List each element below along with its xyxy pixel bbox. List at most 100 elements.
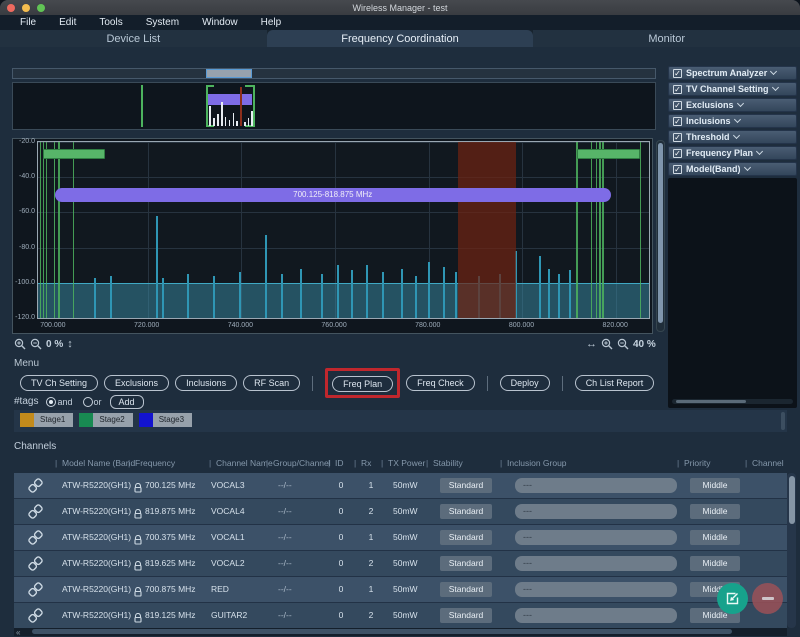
inclusion-group-field[interactable]: --- <box>515 582 677 597</box>
link-icon[interactable] <box>28 504 43 524</box>
tag-chip-stage2[interactable]: Stage2 <box>79 413 132 427</box>
chevron-down-icon[interactable] <box>770 68 777 75</box>
priority-dropdown[interactable]: Middle <box>690 556 740 571</box>
tab-monitor[interactable]: Monitor <box>533 30 800 47</box>
panel-section-spectrum-analyzer[interactable]: ✓Spectrum Analyzer <box>668 66 797 80</box>
horizontal-resize-icon[interactable]: ↔ <box>586 338 597 350</box>
remove-channel-button[interactable] <box>752 583 783 614</box>
channel-row[interactable]: ATW-R5220(GH1)700.875 MHzRED--/--0150mWS… <box>14 577 787 602</box>
h-zoom-out-icon[interactable] <box>617 338 629 350</box>
channels-vscrollbar[interactable] <box>787 473 796 628</box>
rf-scan-button[interactable]: RF Scan <box>243 375 300 391</box>
priority-dropdown[interactable]: Middle <box>690 530 740 545</box>
link-icon[interactable] <box>28 608 43 628</box>
checkbox-icon[interactable]: ✓ <box>673 133 682 142</box>
add-tag-button[interactable]: Add <box>110 395 144 409</box>
inclusion-group-field[interactable]: --- <box>515 556 677 571</box>
stability-dropdown[interactable]: Standard <box>440 478 492 493</box>
exclusions-button[interactable]: Exclusions <box>104 375 169 391</box>
stability-dropdown[interactable]: Standard <box>440 530 492 545</box>
edit-channels-button[interactable] <box>717 583 748 614</box>
stability-dropdown[interactable]: Standard <box>440 608 492 623</box>
channel-row[interactable]: ATW-R5220(GH1)819.625 MHzVOCAL2--/--0250… <box>14 551 787 576</box>
tab-device-list[interactable]: Device List <box>0 30 267 47</box>
inclusion-group-field[interactable]: --- <box>515 608 677 623</box>
tag-chip-stage3[interactable]: Stage3 <box>139 413 192 427</box>
vertical-resize-icon[interactable]: ↕ <box>67 338 73 350</box>
channels-hscroll-thumb[interactable] <box>32 629 732 634</box>
chevron-down-icon[interactable] <box>756 148 763 155</box>
inclusions-button[interactable]: Inclusions <box>175 375 237 391</box>
link-icon[interactable] <box>28 478 43 498</box>
link-icon[interactable] <box>28 556 43 576</box>
checkbox-icon[interactable]: ✓ <box>673 149 682 158</box>
menubar-item-file[interactable]: File <box>20 17 36 28</box>
tab-frequency-coordination[interactable]: Frequency Coordination <box>267 30 534 47</box>
radio-icon[interactable] <box>83 397 93 407</box>
spectrum-minimap[interactable] <box>12 82 656 130</box>
menubar-item-tools[interactable]: Tools <box>99 17 122 28</box>
radio-and[interactable]: and <box>46 397 72 407</box>
channel-row[interactable]: ATW-R5220(GH1)700.125 MHzVOCAL3--/--0150… <box>14 473 787 498</box>
channel-row[interactable]: ATW-R5220(GH1)819.875 MHzVOCAL4--/--0250… <box>14 499 787 524</box>
zoom-in-icon[interactable] <box>14 338 26 350</box>
menubar-item-window[interactable]: Window <box>202 17 238 28</box>
chevron-down-icon[interactable] <box>771 84 778 91</box>
checkbox-icon[interactable]: ✓ <box>673 117 682 126</box>
spectrum-overview-scrollbar[interactable] <box>12 68 656 79</box>
link-icon[interactable] <box>28 582 43 602</box>
panel-section-inclusions[interactable]: ✓Inclusions <box>668 114 797 128</box>
channels-hscrollbar[interactable]: « <box>14 628 787 636</box>
panel-section-model-band-[interactable]: ✓Model(Band) <box>668 162 797 176</box>
stability-dropdown[interactable]: Standard <box>440 582 492 597</box>
side-panel-hscroll-thumb[interactable] <box>676 400 746 403</box>
checkbox-icon[interactable]: ✓ <box>673 101 682 110</box>
stability-dropdown[interactable]: Standard <box>440 504 492 519</box>
radio-or[interactable]: or <box>83 397 102 407</box>
channel-row[interactable]: ATW-R5220(GH1)700.375 MHzVOCAL1--/--0150… <box>14 525 787 550</box>
zoom-controls-row: 0 % ↕ ↔ 40 % <box>0 336 800 356</box>
panel-section-frequency-plan[interactable]: ✓Frequency Plan <box>668 146 797 160</box>
chevron-down-icon[interactable] <box>743 164 750 171</box>
chevron-down-icon[interactable] <box>733 116 740 123</box>
hscroll-left-arrow-icon[interactable]: « <box>16 628 20 637</box>
chevron-down-icon[interactable] <box>732 132 739 139</box>
chart-vscroll-thumb[interactable] <box>658 143 663 323</box>
tv-channel-marker <box>599 142 601 318</box>
tags-scrollbar[interactable] <box>781 412 785 430</box>
inclusion-group-field[interactable]: --- <box>515 478 677 493</box>
checkbox-icon[interactable]: ✓ <box>673 165 682 174</box>
menubar-item-edit[interactable]: Edit <box>59 17 76 28</box>
inclusion-group-field[interactable]: --- <box>515 504 677 519</box>
freq-plan-button[interactable]: Freq Plan <box>332 376 393 392</box>
menubar-item-system[interactable]: System <box>146 17 179 28</box>
checkbox-icon[interactable]: ✓ <box>673 85 682 94</box>
priority-dropdown[interactable]: Middle <box>690 478 740 493</box>
spectrum-analyzer-chart[interactable]: 700.125-818.875 MHz -20.0-40.0-60.0-80.0… <box>12 138 653 334</box>
side-panel-hscrollbar[interactable] <box>672 399 793 404</box>
priority-dropdown[interactable]: Middle <box>690 504 740 519</box>
h-zoom-in-icon[interactable] <box>601 338 613 350</box>
panel-section-tv-channel-setting[interactable]: ✓TV Channel Setting <box>668 82 797 96</box>
freq-check-button[interactable]: Freq Check <box>406 375 475 391</box>
spectrum-plot-area[interactable]: 700.125-818.875 MHz <box>37 141 650 319</box>
radio-icon[interactable] <box>46 397 56 407</box>
checkbox-icon[interactable]: ✓ <box>673 69 682 78</box>
tag-chip-stage1[interactable]: Stage1 <box>20 413 73 427</box>
panel-section-threshold[interactable]: ✓Threshold <box>668 130 797 144</box>
inclusion-group-field[interactable]: --- <box>515 530 677 545</box>
stability-dropdown[interactable]: Standard <box>440 556 492 571</box>
panel-section-exclusions[interactable]: ✓Exclusions <box>668 98 797 112</box>
overview-scroll-thumb[interactable] <box>206 69 253 78</box>
channel-row[interactable]: ATW-R5220(GH1)819.125 MHzGUITAR2--/--025… <box>14 603 787 628</box>
chevron-down-icon[interactable] <box>736 100 743 107</box>
channels-vscroll-thumb[interactable] <box>789 476 795 524</box>
tv-ch-setting-button[interactable]: TV Ch Setting <box>20 375 98 391</box>
ch-list-report-button[interactable]: Ch List Report <box>575 375 655 391</box>
zoom-out-icon[interactable] <box>30 338 42 350</box>
chart-vscrollbar[interactable] <box>656 140 665 332</box>
link-icon[interactable] <box>28 530 43 550</box>
menubar-item-help[interactable]: Help <box>261 17 282 28</box>
frequency-plan-bar[interactable]: 700.125-818.875 MHz <box>55 188 611 202</box>
deploy-button[interactable]: Deploy <box>500 375 550 391</box>
